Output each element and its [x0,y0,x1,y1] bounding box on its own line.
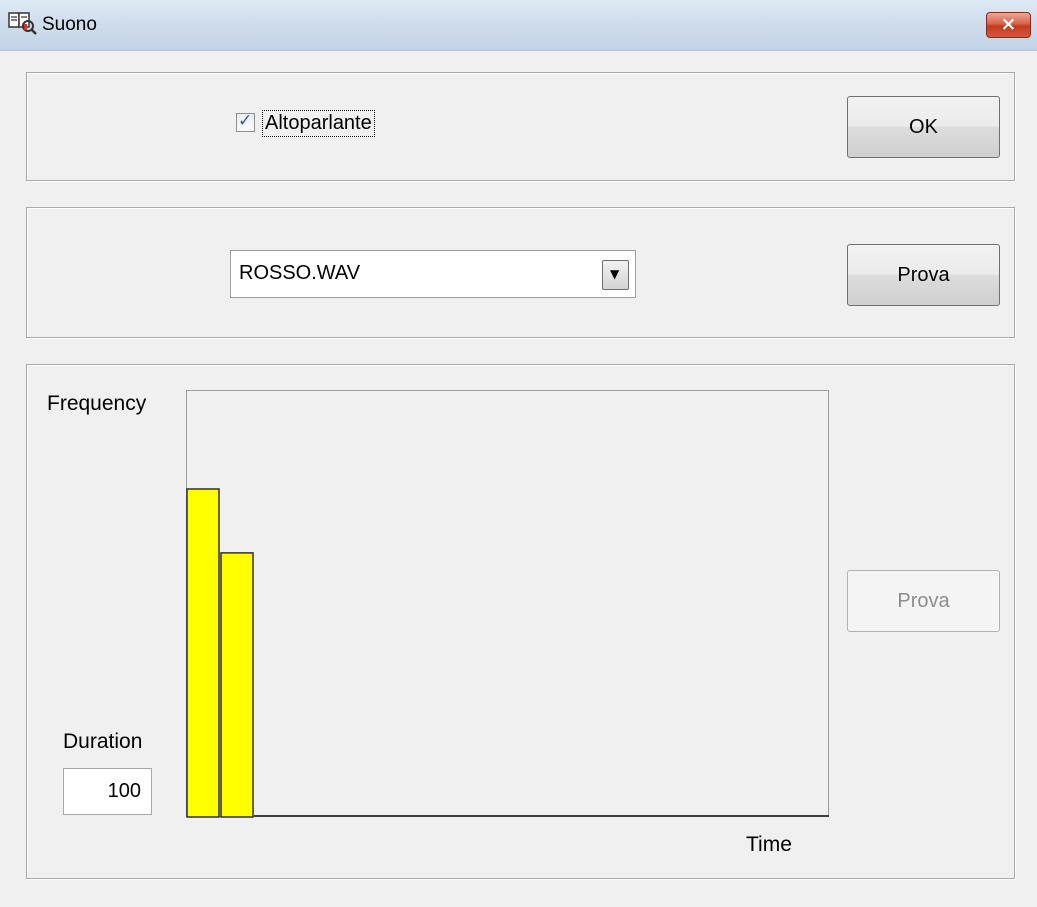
sound-file-select[interactable]: ROSSO.WAV ▼ [230,250,636,298]
duration-label: Duration [63,730,143,753]
time-label: Time [746,833,792,856]
dropdown-button[interactable]: ▼ [602,260,629,290]
tone-bar[interactable] [220,552,254,818]
speaker-checkbox-label[interactable]: Altoparlante [262,110,375,137]
play-sound-button[interactable]: Prova [847,244,1000,306]
speaker-checkbox[interactable]: ✓ [236,111,255,132]
app-icon [8,10,38,36]
tone-chart[interactable] [186,390,830,818]
play-tone-button: Prova [847,570,1000,632]
check-icon: ✓ [238,111,253,131]
close-button[interactable]: × [986,12,1031,38]
tone-bar[interactable] [186,488,220,818]
sound-file-value: ROSSO.WAV [239,262,361,284]
close-icon: × [1000,13,1017,35]
duration-field[interactable]: 100 [63,768,152,815]
chart-area [186,390,829,817]
chevron-down-icon: ▼ [610,267,620,281]
window-title: Suono [42,14,97,35]
frequency-label: Frequency [47,392,147,415]
ok-button[interactable]: OK [847,96,1000,158]
title-bar: Suono × [0,0,1037,51]
